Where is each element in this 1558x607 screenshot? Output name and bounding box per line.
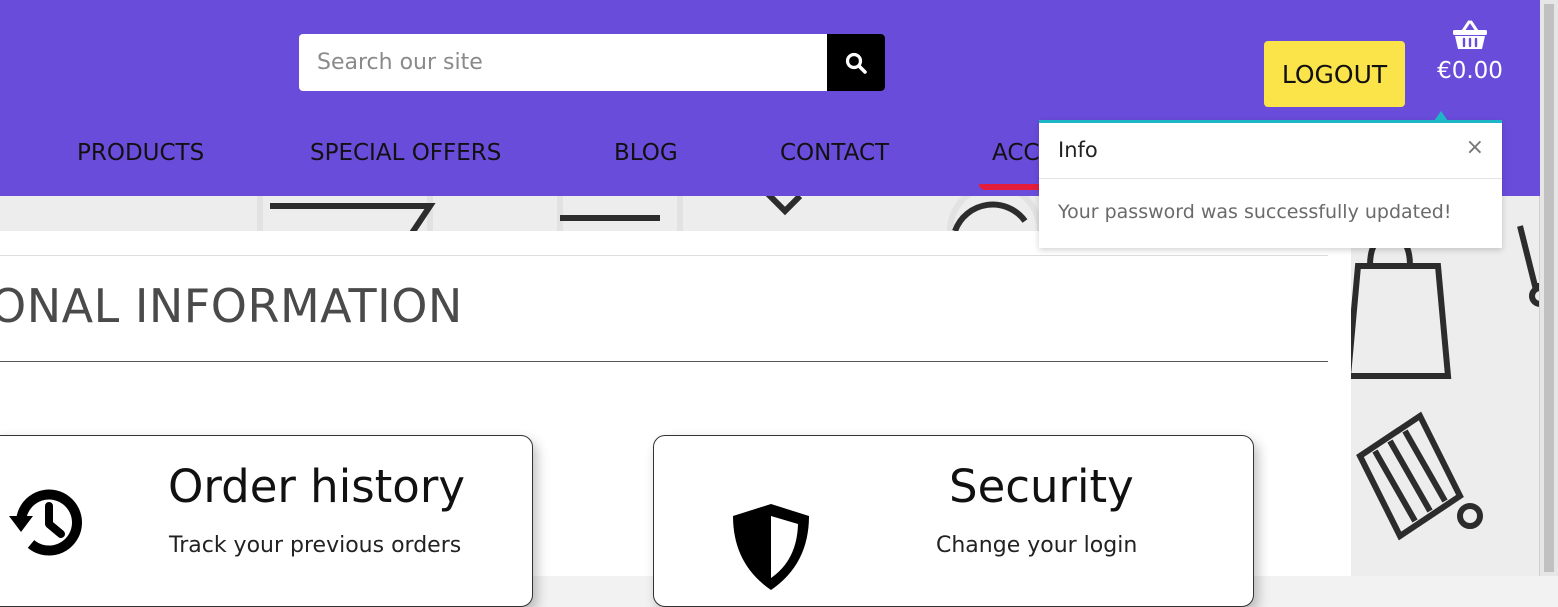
toast-arrow — [1434, 111, 1448, 121]
card-description: Change your login — [936, 533, 1138, 558]
nav-item-blog[interactable]: BLOG — [614, 140, 678, 166]
active-nav-indicator — [979, 184, 1043, 190]
scrollbar[interactable] — [1539, 0, 1558, 576]
nav-item-special-offers[interactable]: SPECIAL OFFERS — [310, 140, 501, 166]
toast-title: Info — [1058, 138, 1098, 162]
cart-total: €0.00 — [1437, 58, 1503, 84]
logout-button[interactable]: LOGOUT — [1264, 41, 1405, 107]
card-heading: Order history — [168, 460, 465, 513]
card-description: Track your previous orders — [169, 533, 462, 558]
account-panel: ONAL INFORMATION Order history Track you… — [0, 231, 1351, 607]
nav-item-account[interactable]: ACC — [992, 140, 1039, 166]
divider — [0, 361, 1328, 362]
shield-icon — [733, 504, 809, 590]
nav-item-contact[interactable]: CONTACT — [780, 140, 889, 166]
close-icon[interactable]: × — [1466, 135, 1484, 160]
scrollbar-thumb[interactable] — [1544, 4, 1554, 572]
divider — [0, 255, 1328, 256]
order-history-card[interactable]: Order history Track your previous orders — [0, 435, 533, 607]
toast-header: Info × — [1039, 123, 1502, 179]
section-title: ONAL INFORMATION — [0, 279, 463, 333]
cart-button[interactable]: €0.00 — [1428, 20, 1512, 84]
toast-message: Your password was successfully updated! — [1058, 201, 1452, 223]
search-button[interactable] — [827, 34, 885, 91]
history-icon — [9, 489, 82, 556]
search-bar — [299, 34, 885, 91]
security-card[interactable]: Security Change your login — [653, 435, 1254, 607]
basket-icon — [1453, 20, 1487, 49]
card-heading: Security — [949, 460, 1134, 513]
search-icon — [845, 52, 867, 74]
info-toast: Info × Your password was successfully up… — [1039, 111, 1502, 248]
nav-item-products[interactable]: PRODUCTS — [77, 140, 204, 166]
search-input[interactable] — [299, 34, 827, 91]
